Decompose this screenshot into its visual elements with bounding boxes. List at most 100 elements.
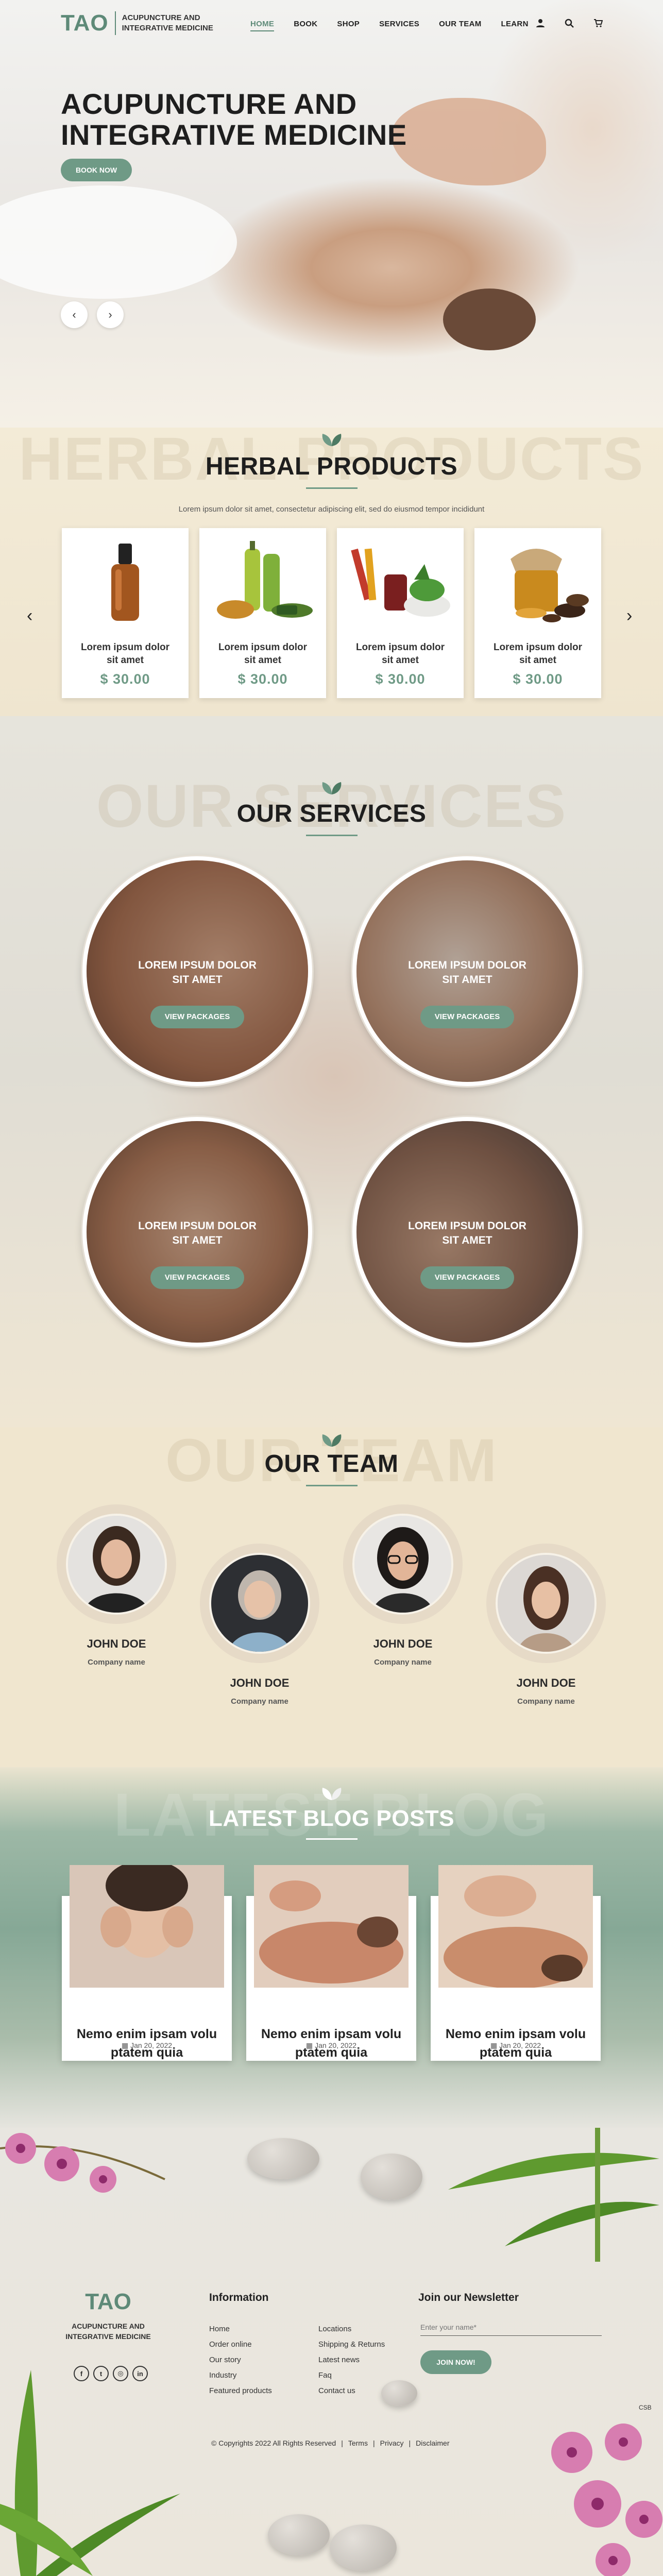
chevron-right-icon: › xyxy=(626,606,633,625)
product-name: Lorem ipsum dolor sit amet xyxy=(493,642,583,666)
team-title: OUR TEAM xyxy=(264,1450,399,1478)
product-image-mortar-herbs xyxy=(351,548,450,617)
services-title: OUR SERVICES xyxy=(236,800,427,827)
social-links: f t ◎ in xyxy=(74,2366,148,2381)
member-name: JOHN DOE xyxy=(516,1676,576,1689)
product-card[interactable]: Lorem ipsum dolor sit amet $ 30.00 xyxy=(337,528,464,698)
footer-link[interactable]: Faq xyxy=(318,2371,332,2380)
service-card[interactable]: LOREM IPSUM DOLOR SIT AMET VIEW PACKAGES xyxy=(352,1117,582,1347)
footer-link[interactable]: Order online xyxy=(209,2340,252,2349)
footer-logo-tagline: ACUPUNCTURE AND INTEGRATIVE MEDICINE xyxy=(65,2322,151,2341)
blog-card[interactable]: Nemo enim ipsam volu ptatem quia ▦ Jan 20… xyxy=(246,1865,416,2061)
user-icon[interactable] xyxy=(536,19,545,28)
hero-section: ACUPUNCTURE AND INTEGRATIVE MEDICINE BOO… xyxy=(0,0,663,428)
footer-link[interactable]: Latest news xyxy=(318,2355,360,2364)
newsletter-name-input[interactable] xyxy=(420,2318,602,2336)
hero-prev-button[interactable]: ‹ xyxy=(61,301,88,328)
product-price: $ 30.00 xyxy=(237,671,288,687)
avatar xyxy=(352,1514,453,1615)
calendar-icon: ▦ xyxy=(305,2041,315,2049)
footer-link[interactable]: Home xyxy=(209,2325,230,2333)
blog-post-date: ▦ Jan 20, 2022 xyxy=(490,2041,541,2049)
product-price: $ 30.00 xyxy=(375,671,426,687)
services-title-underline xyxy=(306,835,358,836)
service-card[interactable]: LOREM IPSUM DOLOR SIT AMET VIEW PACKAGES xyxy=(352,856,582,1086)
member-company: Company name xyxy=(374,1658,432,1667)
twitter-icon[interactable]: t xyxy=(93,2366,109,2381)
service-title: LOREM IPSUM DOLOR SIT AMET xyxy=(408,959,526,986)
member-company: Company name xyxy=(88,1658,145,1667)
footer-link[interactable]: Locations xyxy=(318,2325,351,2333)
member-name: JOHN DOE xyxy=(230,1676,290,1689)
hero-next-button[interactable]: › xyxy=(97,301,124,328)
nav-book[interactable]: BOOK xyxy=(294,20,317,31)
nav-our-team[interactable]: OUR TEAM xyxy=(439,20,481,31)
service-card[interactable]: LOREM IPSUM DOLOR SIT AMET VIEW PACKAGES xyxy=(82,856,312,1086)
blog-card[interactable]: Nemo enim ipsam volu ptatem quia ▦ Jan 20… xyxy=(431,1865,601,2061)
product-price: $ 30.00 xyxy=(513,671,563,687)
instagram-icon[interactable]: ◎ xyxy=(113,2366,128,2381)
blog-post-date: ▦ Jan 20, 2022 xyxy=(121,2041,173,2049)
nav-home[interactable]: HOME xyxy=(250,20,275,31)
product-card[interactable]: Lorem ipsum dolor sit amet $ 30.00 xyxy=(199,528,326,698)
hero-title: ACUPUNCTURE AND INTEGRATIVE MEDICINE xyxy=(61,88,407,151)
product-image-serum-bottle xyxy=(111,544,139,621)
logo-tagline-line1: ACUPUNCTURE AND xyxy=(122,13,200,22)
footer-link[interactable]: Shipping & Returns xyxy=(318,2340,385,2349)
product-card[interactable]: Lorem ipsum dolor sit amet $ 30.00 xyxy=(62,528,189,698)
team-member[interactable]: JOHN DOE Company name xyxy=(336,1504,470,1667)
disclaimer-link[interactable]: Disclaimer xyxy=(416,2439,449,2447)
site-header: TAO ACUPUNCTURE AND INTEGRATIVE MEDICINE… xyxy=(0,0,663,52)
footer-legal: © Copyrights 2022 All Rights Reserved | … xyxy=(211,2439,450,2447)
member-company: Company name xyxy=(231,1697,288,1706)
product-card[interactable]: Lorem ipsum dolor sit amet $ 30.00 xyxy=(474,528,601,698)
cart-icon[interactable] xyxy=(593,19,603,28)
site-logo[interactable]: TAO ACUPUNCTURE AND INTEGRATIVE MEDICINE xyxy=(61,11,213,35)
logo-divider xyxy=(114,11,116,35)
nav-shop[interactable]: SHOP xyxy=(337,20,360,31)
logo-wordmark: TAO xyxy=(61,10,109,36)
hero-title-line2: INTEGRATIVE MEDICINE xyxy=(61,118,407,151)
book-now-button[interactable]: BOOK NOW xyxy=(61,159,132,181)
nav-services[interactable]: SERVICES xyxy=(379,20,419,31)
footer-logo[interactable]: TAO ACUPUNCTURE AND INTEGRATIVE MEDICINE xyxy=(62,2291,155,2342)
footer-link[interactable]: Contact us xyxy=(318,2386,355,2395)
team-member[interactable]: JOHN DOE Company name xyxy=(49,1504,183,1667)
newsletter-heading: Join our Newsletter xyxy=(418,2292,519,2303)
team-member[interactable]: JOHN DOE Company name xyxy=(479,1544,613,1706)
view-packages-button[interactable]: VIEW PACKAGES xyxy=(420,1266,514,1289)
service-title: LOREM IPSUM DOLOR SIT AMET xyxy=(138,959,257,986)
avatar xyxy=(209,1553,310,1654)
facebook-icon[interactable]: f xyxy=(74,2366,89,2381)
blog-image xyxy=(70,1865,224,1988)
footer-link[interactable]: Featured products xyxy=(209,2386,272,2395)
view-packages-button[interactable]: VIEW PACKAGES xyxy=(150,1006,244,1028)
terms-link[interactable]: Terms xyxy=(348,2439,368,2447)
calendar-icon: ▦ xyxy=(490,2041,500,2049)
blog-image xyxy=(438,1865,593,1988)
product-name: Lorem ipsum dolor sit amet xyxy=(218,642,308,666)
blog-title: LATEST BLOG POSTS xyxy=(208,1806,455,1831)
products-next-button[interactable]: › xyxy=(626,606,632,626)
header-icons xyxy=(536,19,603,28)
corner-badge: CSB xyxy=(639,2404,652,2411)
service-card[interactable]: LOREM IPSUM DOLOR SIT AMET VIEW PACKAGES xyxy=(82,1117,312,1347)
join-now-button[interactable]: JOIN NOW! xyxy=(420,2350,491,2374)
hero-image-towel xyxy=(0,185,237,299)
view-packages-button[interactable]: VIEW PACKAGES xyxy=(420,1006,514,1028)
view-packages-button[interactable]: VIEW PACKAGES xyxy=(150,1266,244,1289)
linkedin-icon[interactable]: in xyxy=(132,2366,148,2381)
blog-card[interactable]: Nemo enim ipsam volu ptatem quia ▦ Jan 20… xyxy=(62,1865,232,2061)
products-title: HERBAL PRODUCTS xyxy=(205,453,458,480)
privacy-link[interactable]: Privacy xyxy=(380,2439,404,2447)
member-name: JOHN DOE xyxy=(373,1637,433,1650)
nav-learn[interactable]: LEARN xyxy=(501,20,529,31)
product-name: Lorem ipsum dolor sit amet xyxy=(80,642,170,666)
blog-image xyxy=(254,1865,409,1988)
team-member[interactable]: JOHN DOE Company name xyxy=(193,1544,327,1706)
search-icon[interactable] xyxy=(565,19,574,28)
footer-link[interactable]: Our story xyxy=(209,2355,241,2364)
footer-link[interactable]: Industry xyxy=(209,2371,236,2380)
footer-logo-wordmark: TAO xyxy=(85,2289,131,2314)
products-prev-button[interactable]: ‹ xyxy=(27,606,32,626)
